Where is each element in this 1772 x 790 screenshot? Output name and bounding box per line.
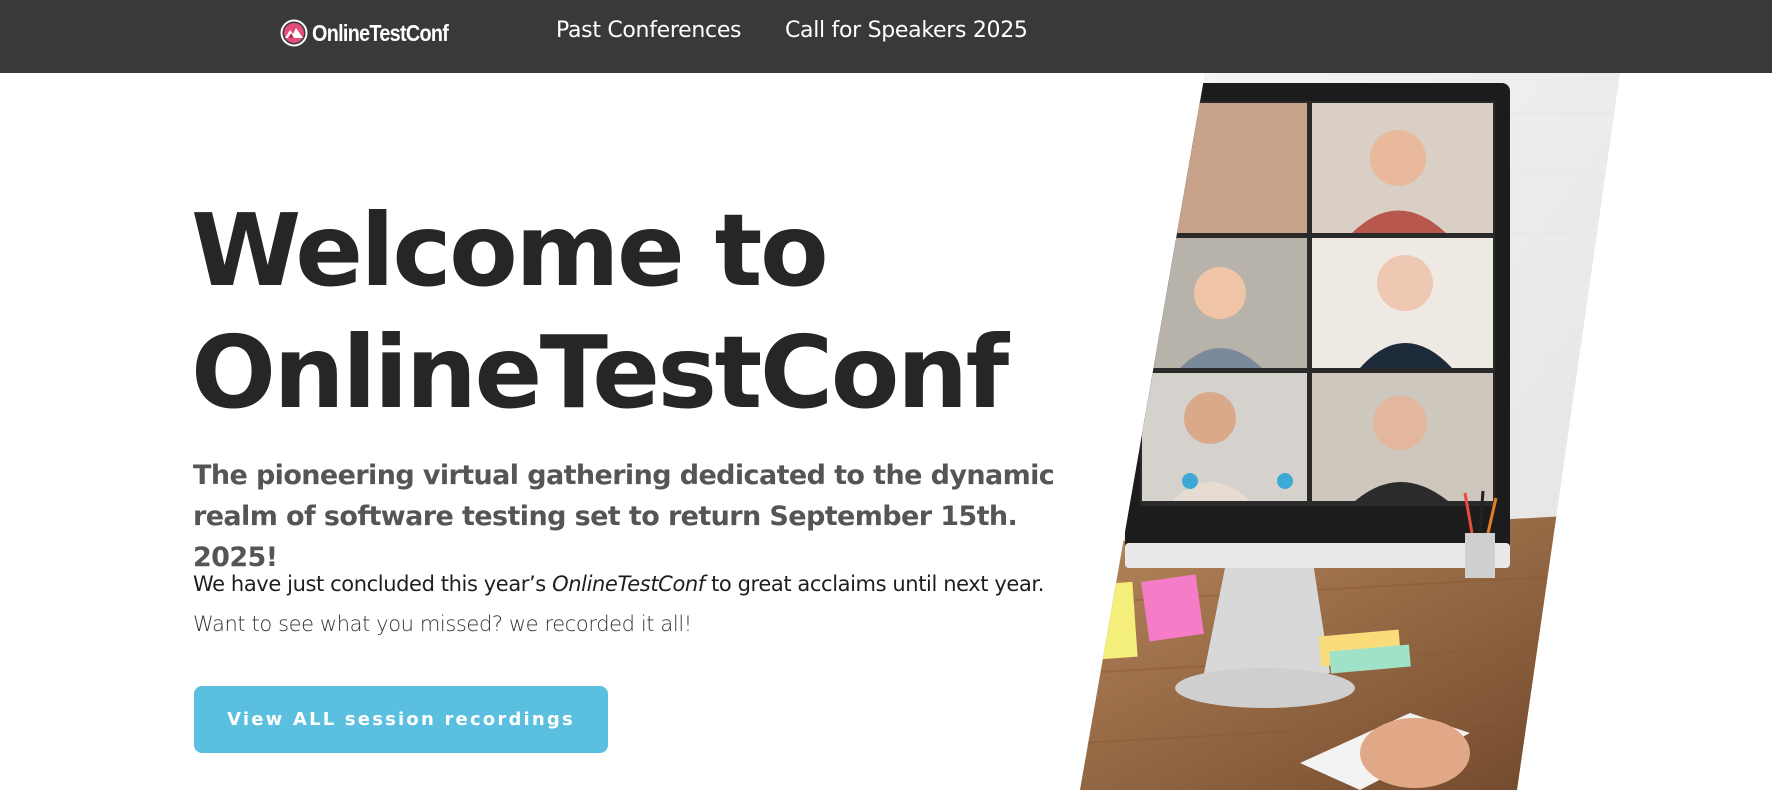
hero-title-line-1: Welcome to (191, 192, 829, 309)
description-text-3: Want to see what you missed? we recorded… (193, 612, 692, 636)
description-text-2: to great acclaims until next year. (704, 572, 1044, 596)
nav-link-past-conferences[interactable]: Past Conferences (556, 18, 742, 43)
onlinetestconf-logo-icon (280, 19, 308, 47)
site-logo[interactable]: OnlineTestConf (280, 17, 470, 49)
hero-subtitle: The pioneering virtual gathering dedicat… (193, 460, 1055, 573)
hero-title: Welcome to OnlineTestConf (191, 190, 1011, 434)
logo-text: OnlineTestConf (312, 19, 449, 46)
hero-description: We have just concluded this year’s Onlin… (193, 564, 1053, 644)
description-text-1: We have just concluded this year’s (193, 572, 553, 596)
view-session-recordings-button[interactable]: View ALL session recordings (194, 686, 608, 753)
description-emphasis: OnlineTestConf (552, 572, 705, 596)
hero-title-line-2: OnlineTestConf (191, 314, 1009, 431)
video-call-desk-photo (1080, 73, 1620, 790)
top-navigation-bar: OnlineTestConf Past Conferences Call for… (0, 0, 1772, 73)
nav-link-call-for-speakers[interactable]: Call for Speakers 2025 (785, 18, 1028, 43)
